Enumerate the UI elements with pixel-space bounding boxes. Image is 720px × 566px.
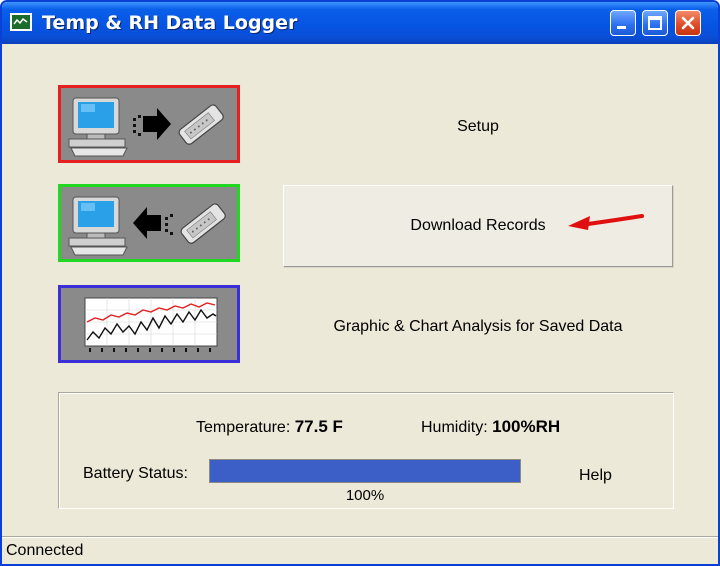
logger-to-computer-icon <box>68 196 226 256</box>
red-arrow-icon <box>568 214 644 230</box>
temperature-reading: Temperature: 77.5 F <box>196 417 343 437</box>
help-button[interactable]: Help <box>579 467 612 485</box>
minimize-button[interactable] <box>610 10 636 36</box>
app-window: Temp & RH Data Logger Setup Download Rec… <box>0 0 720 566</box>
chart-analysis-label: Graphic & Chart Analysis for Saved Data <box>333 318 623 335</box>
humidity-reading: Humidity: 100%RH <box>421 417 560 437</box>
setup-icon-button[interactable] <box>58 85 240 163</box>
close-icon <box>681 16 695 30</box>
computer-to-logger-icon <box>68 97 224 157</box>
close-button[interactable] <box>675 10 701 36</box>
connection-status: Connected <box>6 542 84 559</box>
chart-icon[interactable] <box>10 13 32 31</box>
humidity-value: 100%RH <box>492 417 561 436</box>
temperature-value: 77.5 F <box>294 417 343 436</box>
setup-label: Setup <box>457 118 499 135</box>
chart-analysis-button[interactable]: Graphic & Chart Analysis for Saved Data <box>283 286 673 368</box>
status-panel: Temperature: 77.5 F Humidity: 100%RH Bat… <box>58 392 674 509</box>
line-chart-icon <box>84 297 218 352</box>
battery-percent: 100% <box>345 487 385 504</box>
battery-progress-bar <box>209 459 521 483</box>
status-bar: Connected <box>2 536 718 564</box>
main-panel: Setup Download Records Graphic & Chart A… <box>8 50 712 536</box>
minimize-icon <box>617 26 626 29</box>
battery-status-label: Battery Status: <box>83 465 188 482</box>
download-icon-button[interactable] <box>58 184 240 262</box>
chart-analysis-icon-button[interactable] <box>58 285 240 363</box>
title-bar[interactable]: Temp & RH Data Logger <box>2 2 718 44</box>
setup-button[interactable]: Setup <box>283 86 673 168</box>
temperature-label: Temperature: <box>196 419 291 436</box>
window-title: Temp & RH Data Logger <box>42 12 298 34</box>
battery-progress-fill <box>210 460 520 482</box>
download-records-label: Download Records <box>410 217 546 234</box>
maximize-button[interactable] <box>642 10 668 36</box>
humidity-label: Humidity: <box>421 419 488 436</box>
maximize-icon <box>648 16 662 30</box>
